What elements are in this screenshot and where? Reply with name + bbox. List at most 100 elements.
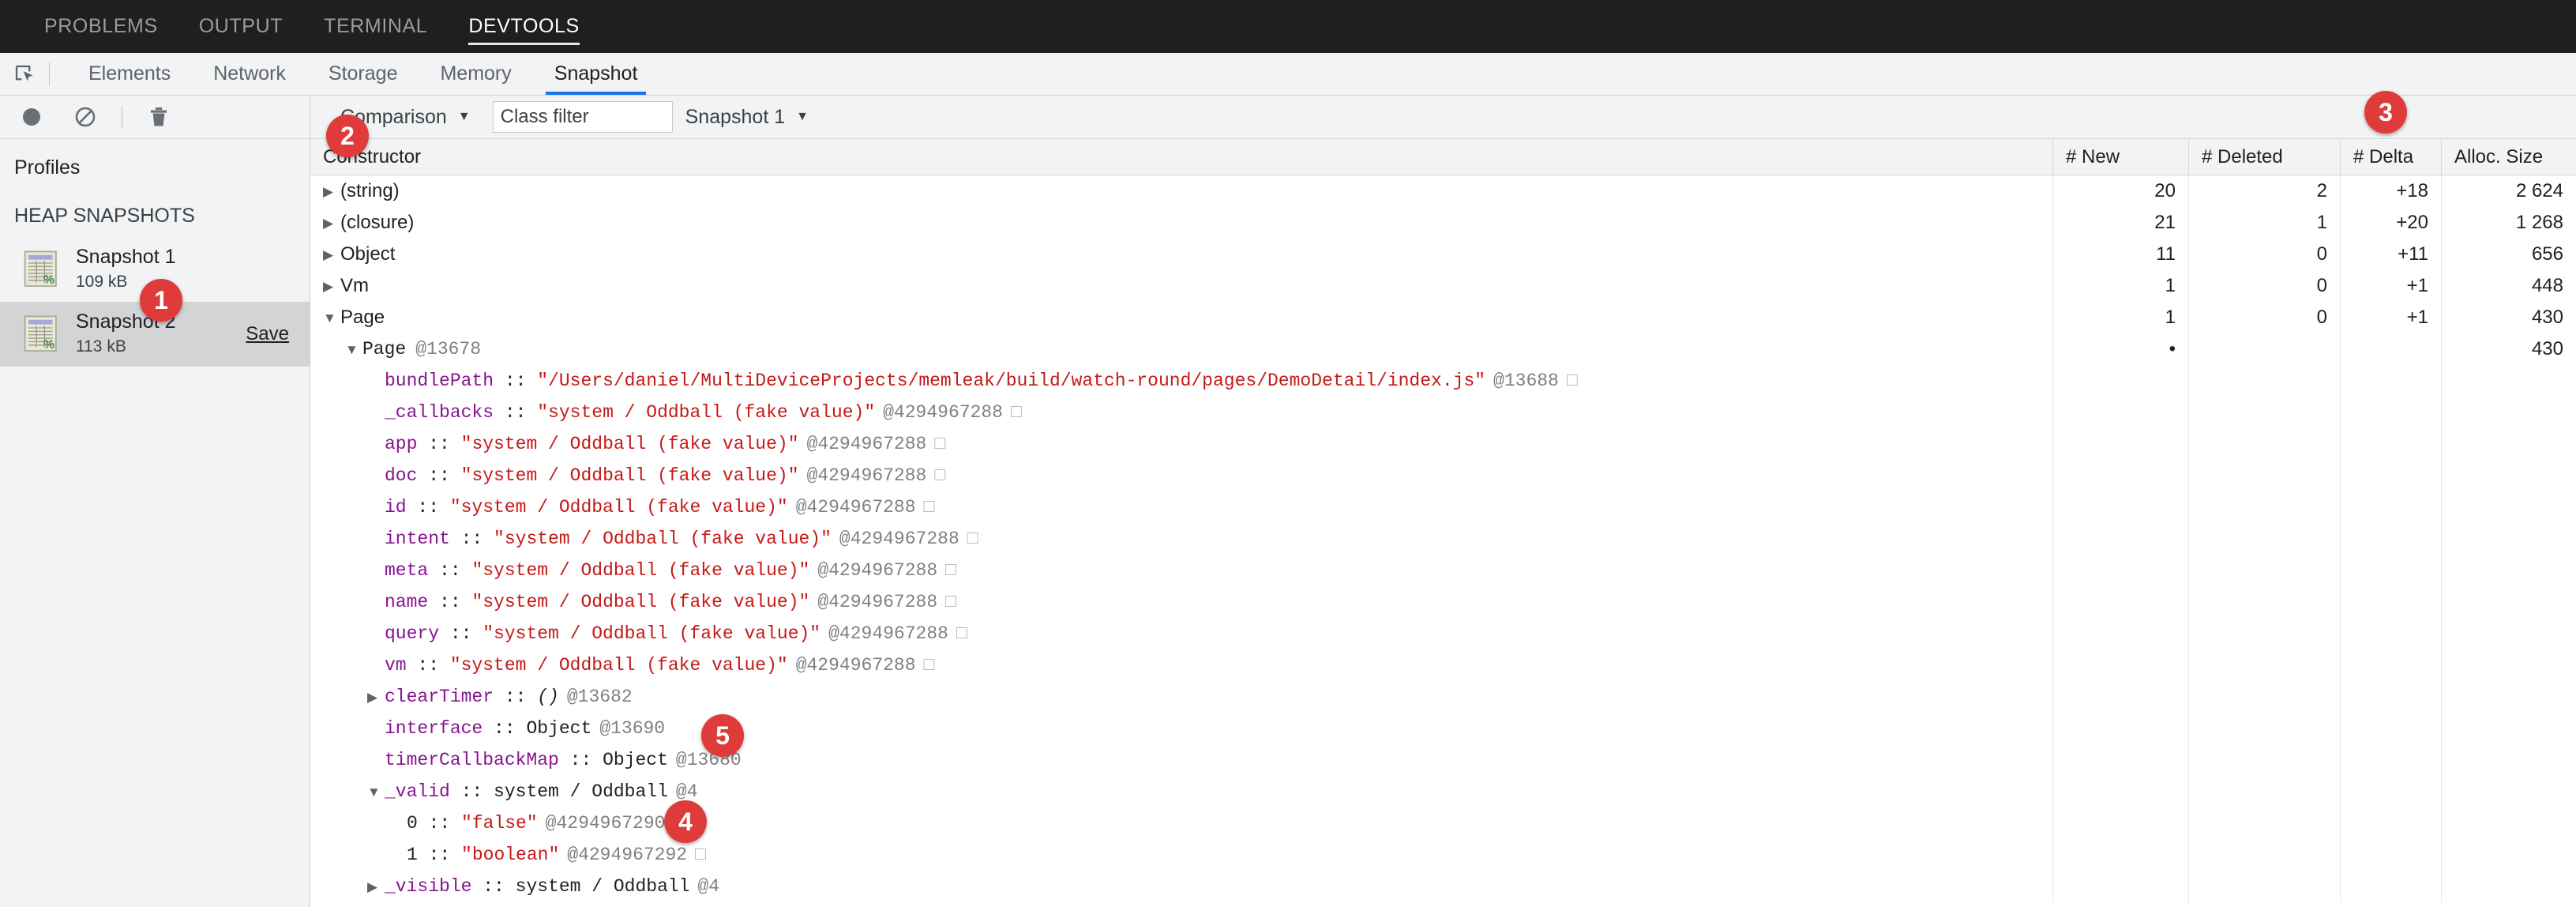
constructor-cell[interactable]: intent :: "system / Oddball (fake value)… — [310, 523, 2053, 555]
table-row[interactable]: ▶ Vm 1 0 +1 448 — [310, 270, 2576, 302]
constructor-cell[interactable]: ▶ clearTimer :: () @13682 — [310, 681, 2053, 713]
property-id: @4294967288 — [817, 560, 938, 581]
save-snapshot-link[interactable]: Save — [246, 323, 289, 345]
table-row[interactable]: app :: "system / Oddball (fake value)" @4… — [310, 428, 2576, 460]
cell-alloc — [2442, 460, 2576, 491]
property-value: "system / Oddball (fake value)" — [537, 402, 876, 423]
property-name: id — [385, 497, 407, 517]
tree-spacer-icon — [367, 469, 385, 483]
snapshot-main-pane: Comparison ▼ Snapshot 1 ▼ Constructor# N… — [310, 96, 2576, 907]
panel-tab-output[interactable]: OUTPUT — [178, 0, 303, 53]
cell-deleted — [2189, 460, 2341, 491]
triangle-down-icon[interactable]: ▼ — [323, 311, 340, 325]
triangle-down-icon[interactable]: ▼ — [367, 785, 385, 799]
triangle-right-icon[interactable]: ▶ — [323, 280, 340, 293]
delete-button[interactable] — [141, 100, 176, 134]
property-separator: :: — [406, 497, 450, 517]
constructor-cell[interactable]: vm :: "system / Oddball (fake value)" @42… — [310, 649, 2053, 681]
triangle-right-icon[interactable]: ▶ — [323, 216, 340, 230]
panel-tab-terminal[interactable]: TERMINAL — [303, 0, 448, 53]
clear-button[interactable] — [68, 100, 103, 134]
panel-tab-devtools[interactable]: DEVTOOLS — [448, 0, 600, 53]
table-row[interactable]: meta :: "system / Oddball (fake value)" @… — [310, 555, 2576, 586]
record-button[interactable] — [14, 100, 49, 134]
constructor-cell[interactable]: ▼ Page @13678 — [310, 333, 2053, 365]
column-header-new[interactable]: # New — [2053, 139, 2189, 175]
constructor-cell[interactable]: query :: "system / Oddball (fake value)"… — [310, 618, 2053, 649]
tab-snapshot[interactable]: Snapshot — [533, 53, 659, 95]
constructor-cell[interactable]: timerCallbackMap :: Object @13680 — [310, 744, 2053, 776]
triangle-right-icon[interactable]: ▶ — [323, 185, 340, 198]
table-row[interactable]: vm :: "system / Oddball (fake value)" @42… — [310, 649, 2576, 681]
table-row[interactable]: bundlePath :: "/Users/daniel/MultiDevice… — [310, 365, 2576, 397]
grid-body[interactable]: ▶ (string) 20 2 +18 2 624 ▶ (closure) 21 1 +20 1 26… — [310, 175, 2576, 907]
triangle-right-icon[interactable]: ▶ — [367, 880, 385, 894]
column-header-alloc-size[interactable]: Alloc. Size — [2442, 139, 2576, 175]
table-row[interactable]: 0 :: "false"@4294967290□ — [310, 807, 2576, 839]
property-separator: :: — [494, 402, 538, 423]
profiles-title: Profiles — [14, 156, 81, 179]
constructor-cell[interactable]: ▼ Page — [310, 302, 2053, 333]
property-name: 0 — [407, 813, 418, 834]
constructor-cell[interactable]: meta :: "system / Oddball (fake value)" @… — [310, 555, 2053, 586]
column-header-constructor[interactable]: Constructor — [310, 139, 2053, 175]
cell-deleted — [2189, 649, 2341, 681]
cell-new — [2053, 681, 2189, 713]
constructor-cell[interactable]: ▶ (closure) — [310, 207, 2053, 239]
inspect-element-button[interactable] — [0, 53, 49, 95]
tab-storage[interactable]: Storage — [307, 53, 419, 95]
constructor-cell[interactable]: ▶ Object — [310, 239, 2053, 270]
triangle-right-icon[interactable]: ▶ — [367, 691, 385, 704]
constructor-cell[interactable]: doc :: "system / Oddball (fake value)" @4… — [310, 460, 2053, 491]
constructor-cell[interactable]: _callbacks :: "system / Oddball (fake va… — [310, 397, 2053, 428]
constructor-cell[interactable]: 0 :: "false"@4294967290□ — [310, 807, 2053, 839]
column-header-deleted[interactable]: # Deleted — [2189, 139, 2341, 175]
table-row[interactable]: ▼ _valid :: system / Oddball @4 — [310, 776, 2576, 807]
table-row[interactable]: intent :: "system / Oddball (fake value)… — [310, 523, 2576, 555]
constructor-cell[interactable]: 1 :: "boolean" @4294967292 □ — [310, 839, 2053, 871]
constructor-cell[interactable]: ▶ _visible :: system / Oddball @4 — [310, 871, 2053, 902]
property-id: @4294967292 — [567, 845, 688, 865]
tree-spacer-icon — [367, 722, 385, 736]
table-row[interactable]: id :: "system / Oddball (fake value)" @42… — [310, 491, 2576, 523]
triangle-right-icon[interactable]: ▶ — [323, 248, 340, 262]
table-row[interactable]: _callbacks :: "system / Oddball (fake va… — [310, 397, 2576, 428]
table-row[interactable]: name :: "system / Oddball (fake value)" @… — [310, 586, 2576, 618]
tab-network[interactable]: Network — [192, 53, 307, 95]
triangle-down-icon[interactable]: ▼ — [345, 343, 362, 356]
table-row[interactable]: ▶ Object 11 0 +11 656 — [310, 239, 2576, 270]
table-row[interactable]: ▶ (closure) 21 1 +20 1 268 — [310, 207, 2576, 239]
table-row[interactable]: doc :: "system / Oddball (fake value)" @4… — [310, 460, 2576, 491]
tab-elements[interactable]: Elements — [67, 53, 192, 95]
constructor-cell[interactable]: name :: "system / Oddball (fake value)" @… — [310, 586, 2053, 618]
constructor-cell[interactable]: interface :: Object @13690 — [310, 713, 2053, 744]
table-row[interactable]: ▶ _visible :: system / Oddball @4 — [310, 871, 2576, 902]
property-value: system / Oddball — [515, 876, 690, 897]
constructor-cell[interactable]: ▼ _valid :: system / Oddball @4 — [310, 776, 2053, 807]
constructor-cell[interactable]: bundlePath :: "/Users/daniel/MultiDevice… — [310, 365, 2053, 397]
class-filter-input[interactable] — [492, 101, 673, 133]
table-row[interactable]: ▼ Page @13678 • 430 — [310, 333, 2576, 365]
tab-memory[interactable]: Memory — [419, 53, 532, 95]
table-row[interactable]: ▼ Page 1 0 +1 430 — [310, 302, 2576, 333]
table-row[interactable]: ▶ (string) 20 2 +18 2 624 — [310, 175, 2576, 207]
table-row[interactable]: timerCallbackMap :: Object @13680 — [310, 744, 2576, 776]
unicode-box-glyph: □ — [695, 845, 706, 865]
constructor-cell[interactable]: ▶ (string) — [310, 175, 2053, 207]
constructor-cell[interactable]: ▶ Vm — [310, 270, 2053, 302]
base-snapshot-select[interactable]: Snapshot 1 ▼ — [673, 106, 821, 129]
table-row[interactable]: 1 :: "boolean" @4294967292 □ — [310, 839, 2576, 871]
cell-delta — [2341, 397, 2442, 428]
constructor-cell[interactable]: app :: "system / Oddball (fake value)" @4… — [310, 428, 2053, 460]
table-row[interactable]: ▶ clearTimer :: () @13682 — [310, 681, 2576, 713]
table-row[interactable]: query :: "system / Oddball (fake value)"… — [310, 618, 2576, 649]
cell-delta — [2341, 744, 2442, 776]
property-id: @13682 — [566, 687, 633, 707]
chevron-down-icon: ▼ — [457, 110, 471, 123]
column-header-delta[interactable]: # Delta — [2341, 139, 2442, 175]
heap-snapshot-icon: % — [24, 250, 57, 287]
panel-tab-problems[interactable]: PROBLEMS — [24, 0, 178, 53]
property-name: app — [385, 434, 418, 454]
constructor-cell[interactable]: id :: "system / Oddball (fake value)" @42… — [310, 491, 2053, 523]
table-row[interactable]: interface :: Object @13690 — [310, 713, 2576, 744]
